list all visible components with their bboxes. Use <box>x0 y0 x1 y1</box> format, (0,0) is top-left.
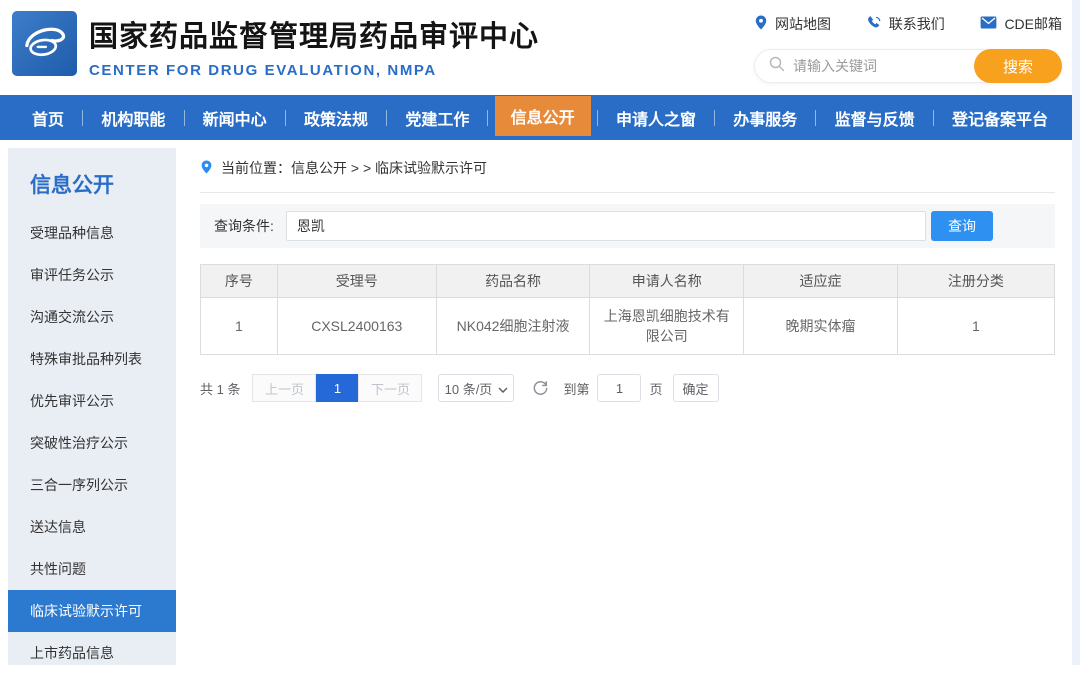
phone-icon <box>867 15 882 33</box>
map-pin-icon <box>754 14 768 34</box>
site-title-block: 国家药品监督管理局药品审评中心 CENTER FOR DRUG EVALUATI… <box>89 13 539 79</box>
sidebar-item-special-approval[interactable]: 特殊审批品种列表 <box>8 338 176 380</box>
cell-drug-name: NK042细胞注射液 <box>436 298 590 355</box>
nav-item-supervision[interactable]: 监督与反馈 <box>823 95 927 140</box>
nav-item-functions[interactable]: 机构职能 <box>89 95 177 140</box>
breadcrumb: 当前位置：信息公开 > > 临床试验默示许可 <box>200 150 1055 193</box>
cell-acceptance-number: CXSL2400163 <box>277 298 436 355</box>
sidebar-item-marketed-drugs[interactable]: 上市药品信息 <box>8 632 176 674</box>
query-label: 查询条件: <box>214 216 274 236</box>
nav-divider <box>487 110 488 126</box>
col-header-indication: 适应症 <box>744 265 898 298</box>
query-button[interactable]: 查询 <box>931 211 993 241</box>
nav-divider <box>184 110 185 126</box>
page-number-button[interactable]: 1 <box>316 374 358 402</box>
table-header-row: 序号 受理号 药品名称 申请人名称 适应症 注册分类 <box>201 265 1055 298</box>
results-table: 序号 受理号 药品名称 申请人名称 适应症 注册分类 1 CXSL2400163… <box>200 264 1055 355</box>
nav-item-policies[interactable]: 政策法规 <box>292 95 380 140</box>
cell-index: 1 <box>201 298 278 355</box>
nav-item-news[interactable]: 新闻中心 <box>191 95 279 140</box>
site-title: 国家药品监督管理局药品审评中心 <box>89 13 539 55</box>
refresh-icon[interactable] <box>532 380 549 397</box>
cell-applicant-name: 上海恩凯细胞技术有限公司 <box>590 298 744 355</box>
confirm-button[interactable]: 确定 <box>673 374 719 402</box>
sidebar-item-delivery-info[interactable]: 送达信息 <box>8 506 176 548</box>
sidebar: 信息公开 受理品种信息 审评任务公示 沟通交流公示 特殊审批品种列表 优先审评公… <box>8 148 176 665</box>
site-search-button[interactable]: 搜索 <box>974 49 1062 83</box>
page-size-value: 10 条/页 <box>445 379 493 398</box>
nav-divider <box>597 110 598 126</box>
sidebar-item-clinical-trial-implied-license[interactable]: 临床试验默示许可 <box>8 590 176 632</box>
pagination-total: 共 1 条 <box>200 379 240 398</box>
chevron-down-icon <box>498 381 508 396</box>
pagination: 共 1 条 上一页 1 下一页 10 条/页 到第 页 确定 <box>200 374 1055 402</box>
nav-divider <box>285 110 286 126</box>
breadcrumb-text: 当前位置：信息公开 > > 临床试验默示许可 <box>221 158 487 178</box>
sidebar-item-three-in-one[interactable]: 三合一序列公示 <box>8 464 176 506</box>
sidebar-item-communication[interactable]: 沟通交流公示 <box>8 296 176 338</box>
nav-divider <box>815 110 816 126</box>
goto-page-prefix: 到第 <box>563 379 589 398</box>
sidebar-item-review-tasks[interactable]: 审评任务公示 <box>8 254 176 296</box>
site-header: 国家药品监督管理局药品审评中心 CENTER FOR DRUG EVALUATI… <box>0 0 1080 95</box>
sidebar-item-breakthrough-therapy[interactable]: 突破性治疗公示 <box>8 422 176 464</box>
site-subtitle: CENTER FOR DRUG EVALUATION, NMPA <box>89 62 539 79</box>
page-size-select[interactable]: 10 条/页 <box>438 374 514 402</box>
sitemap-link[interactable]: 网站地图 <box>754 14 831 34</box>
nav-item-registration-platform[interactable]: 登记备案平台 <box>940 95 1060 140</box>
cde-logo-icon <box>16 12 74 75</box>
query-input[interactable] <box>286 211 926 241</box>
search-icon <box>769 56 785 77</box>
goto-page-suffix: 页 <box>649 379 662 398</box>
sidebar-item-accepted-varieties[interactable]: 受理品种信息 <box>8 212 176 254</box>
mail-icon <box>980 16 997 32</box>
table-row: 1 CXSL2400163 NK042细胞注射液 上海恩凯细胞技术有限公司 晚期… <box>201 298 1055 355</box>
mailbox-link[interactable]: CDE邮箱 <box>980 14 1062 34</box>
cell-indication: 晚期实体瘤 <box>744 298 898 355</box>
sidebar-title: 信息公开 <box>8 148 176 212</box>
prev-page-button[interactable]: 上一页 <box>252 374 316 402</box>
nav-item-applicant-window[interactable]: 申请人之窗 <box>604 95 708 140</box>
cde-logo <box>12 11 77 76</box>
site-search-input[interactable] <box>793 58 966 74</box>
contact-link[interactable]: 联系我们 <box>867 14 945 34</box>
col-header-registration-class: 注册分类 <box>897 265 1054 298</box>
next-page-button[interactable]: 下一页 <box>358 374 422 402</box>
goto-page-input[interactable] <box>597 374 641 402</box>
cell-registration-class: 1 <box>897 298 1054 355</box>
nav-divider <box>714 110 715 126</box>
nav-divider <box>933 110 934 126</box>
contact-link-label: 联系我们 <box>889 14 945 34</box>
scrollbar-track[interactable] <box>1072 0 1080 665</box>
nav-item-home[interactable]: 首页 <box>20 95 76 140</box>
main-nav: 首页 机构职能 新闻中心 政策法规 党建工作 信息公开 申请人之窗 办事服务 监… <box>0 95 1080 140</box>
nav-divider <box>386 110 387 126</box>
col-header-drug-name: 药品名称 <box>436 265 590 298</box>
query-bar: 查询条件: 查询 <box>200 204 1055 248</box>
location-pin-icon <box>200 159 213 178</box>
col-header-acceptance-number: 受理号 <box>277 265 436 298</box>
sidebar-item-common-questions[interactable]: 共性问题 <box>8 548 176 590</box>
header-quick-links: 网站地图 联系我们 CDE邮箱 <box>754 14 1062 34</box>
mailbox-link-label: CDE邮箱 <box>1004 14 1062 34</box>
col-header-applicant-name: 申请人名称 <box>590 265 744 298</box>
sidebar-item-priority-review[interactable]: 优先审评公示 <box>8 380 176 422</box>
sitemap-link-label: 网站地图 <box>775 14 831 34</box>
nav-item-info-disclosure[interactable]: 信息公开 <box>495 96 591 136</box>
nav-item-party[interactable]: 党建工作 <box>393 95 481 140</box>
nav-item-services[interactable]: 办事服务 <box>721 95 809 140</box>
col-header-index: 序号 <box>201 265 278 298</box>
nav-divider <box>82 110 83 126</box>
